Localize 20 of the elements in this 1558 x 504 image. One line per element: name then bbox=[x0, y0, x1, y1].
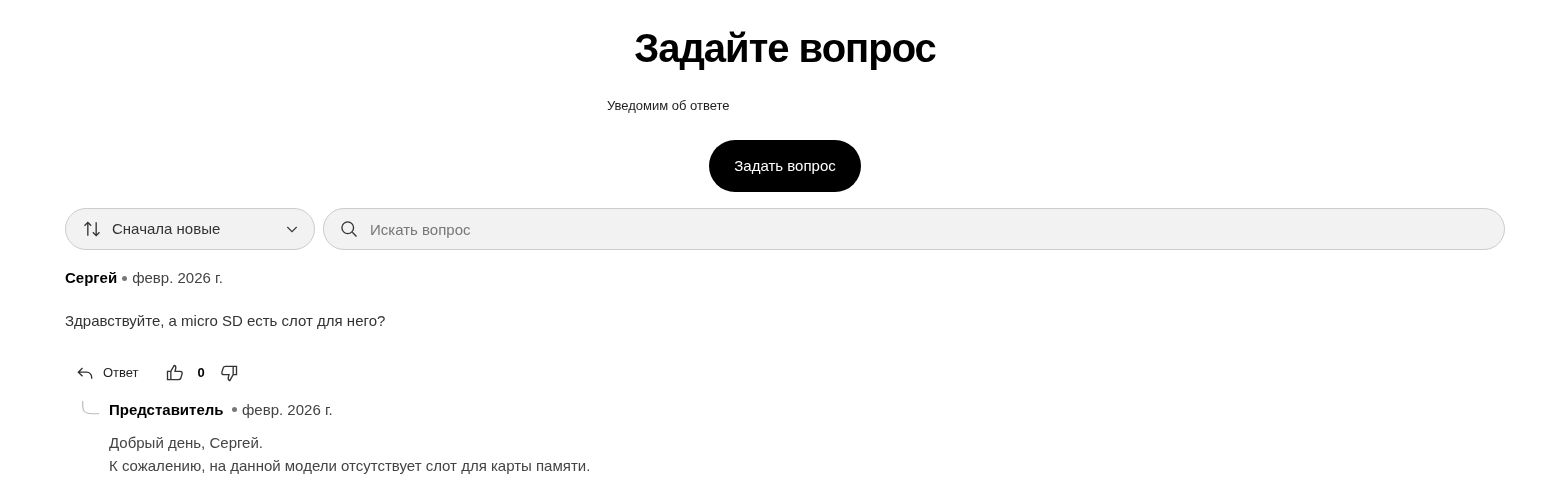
post-date: февр. 2026 г. bbox=[242, 400, 333, 419]
separator-dot bbox=[232, 407, 238, 412]
answer-text: Добрый день, Сергей. bbox=[109, 432, 264, 453]
search-field[interactable]: Искать вопрос bbox=[323, 208, 1505, 250]
like-count: 0 bbox=[197, 363, 205, 382]
search-icon bbox=[339, 219, 359, 239]
author-name: Сергей bbox=[65, 269, 118, 287]
answer-text: К сожалению, на данной модели отсутствует слот для карты памяти. bbox=[109, 455, 591, 476]
page-title: Задайте вопрос bbox=[633, 25, 937, 72]
separator-dot bbox=[122, 275, 128, 281]
notice-text: Уведомим об ответе bbox=[607, 98, 731, 114]
ask-question-button[interactable]: Задать вопрос bbox=[709, 140, 861, 192]
question-text: Здравствуйте, а micro SD есть слот для него? bbox=[65, 311, 387, 331]
sort-dropdown[interactable]: Сначала новые bbox=[65, 208, 315, 250]
thread-line-icon bbox=[82, 400, 100, 415]
author-name: Представитель bbox=[109, 400, 224, 419]
post-date: февр. 2026 г. bbox=[132, 269, 223, 287]
reply-button[interactable]: Ответ bbox=[75, 362, 139, 383]
thumbs-up-icon[interactable] bbox=[164, 362, 185, 383]
sort-icon bbox=[82, 219, 102, 239]
